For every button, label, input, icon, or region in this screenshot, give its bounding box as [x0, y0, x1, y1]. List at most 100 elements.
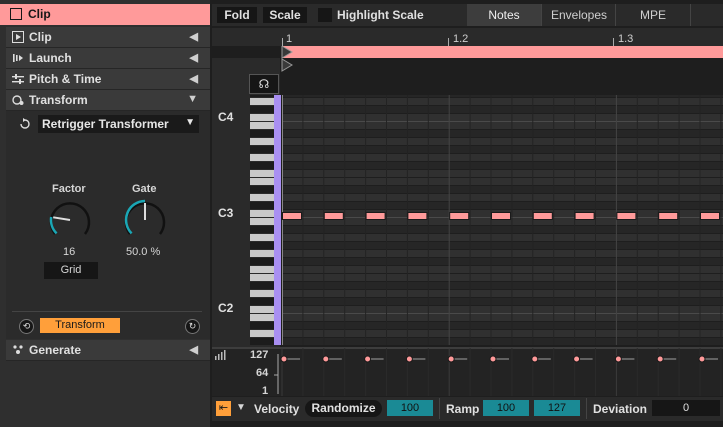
tab-envelopes[interactable]: Envelopes	[541, 4, 616, 26]
note	[532, 212, 553, 220]
note	[491, 212, 511, 220]
sliders-icon	[12, 74, 24, 84]
gate-knob[interactable]	[121, 198, 169, 242]
deviation-field[interactable]: 0	[652, 400, 720, 416]
play-box-icon	[12, 31, 24, 43]
scale-key-marker	[274, 122, 281, 130]
black-key	[250, 202, 274, 209]
fold-button[interactable]: Fold	[217, 7, 257, 23]
black-key	[250, 298, 274, 305]
loop-brace[interactable]	[282, 46, 723, 58]
black-key	[250, 258, 274, 265]
white-key	[250, 122, 274, 129]
grid-row	[282, 146, 723, 154]
scale-key-marker	[274, 274, 281, 282]
randomize-amount-field[interactable]: 100	[387, 400, 433, 416]
scale-button[interactable]: Scale	[263, 7, 307, 23]
section-generate[interactable]: Generate ◀	[6, 340, 210, 361]
section-transform[interactable]: Transform ▼	[6, 90, 210, 111]
clip-color-square[interactable]	[10, 8, 22, 20]
expand-arrow-icon[interactable]: ▼	[187, 93, 198, 105]
section-launch[interactable]: Launch ◀	[6, 48, 210, 69]
velocity-point	[322, 355, 330, 363]
collapse-arrow-icon[interactable]: ◀	[190, 51, 198, 64]
scale-key-marker	[274, 146, 281, 154]
velocity-bars-icon	[215, 350, 226, 360]
retrigger-icon[interactable]	[18, 117, 32, 131]
white-key	[250, 98, 274, 105]
scale-key-marker	[274, 330, 281, 338]
velocity-point	[698, 355, 706, 363]
loop-toggle-icon[interactable]: ⟲	[19, 319, 34, 334]
tab-notes[interactable]: Notes	[467, 4, 541, 26]
grid-row	[282, 170, 723, 178]
transform-button[interactable]: Transform	[40, 318, 120, 333]
scale-key-marker	[274, 154, 281, 162]
ramp-start-field[interactable]: 100	[483, 400, 529, 416]
ruler-tick	[613, 38, 614, 46]
headphones-preview-icon[interactable]: ☊	[249, 74, 279, 94]
scale-key-marker	[274, 114, 281, 122]
tab-mpe[interactable]: MPE	[615, 4, 691, 26]
scale-key-marker	[274, 194, 281, 202]
scale-key-marker	[274, 314, 281, 322]
grid-row	[282, 122, 723, 130]
grid-row	[282, 298, 723, 306]
black-key	[250, 95, 274, 97]
collapse-arrow-icon[interactable]: ◀	[190, 343, 198, 356]
scale-key-marker	[274, 250, 281, 258]
ramp-end-field[interactable]: 127	[534, 400, 580, 416]
note	[407, 212, 428, 220]
section-label: Transform	[29, 93, 88, 107]
grid-row	[282, 330, 723, 338]
note-grid[interactable]	[282, 95, 723, 345]
velocity-point	[364, 355, 372, 363]
section-label: Pitch & Time	[29, 72, 102, 86]
section-label: Launch	[29, 51, 72, 65]
black-key	[250, 146, 274, 153]
grid-row	[282, 98, 723, 106]
black-key	[250, 282, 274, 289]
grid-row	[282, 306, 723, 314]
ruler-tick	[282, 38, 283, 46]
randomize-button[interactable]: Randomize	[305, 400, 382, 417]
dropdown-arrow-icon[interactable]: ▼	[236, 402, 246, 413]
grid-row	[282, 106, 723, 114]
highlight-scale-checkbox[interactable]	[318, 8, 332, 22]
loop-markers[interactable]	[281, 46, 293, 72]
black-key	[250, 226, 274, 233]
collapse-panel-icon[interactable]: ⇤	[216, 401, 231, 416]
loop-end-marker-icon	[281, 58, 293, 72]
scale-key-marker	[274, 242, 281, 250]
loop-start-marker-icon	[281, 46, 293, 59]
scale-key-marker	[274, 266, 281, 274]
collapse-arrow-icon[interactable]: ◀	[190, 30, 198, 43]
factor-value: 16	[63, 246, 76, 258]
note	[323, 212, 344, 220]
black-key	[250, 162, 274, 169]
scale-key-marker	[274, 290, 281, 298]
transform-panel	[6, 111, 210, 339]
clip-title-bar[interactable]: Clip	[0, 4, 210, 25]
black-key	[250, 322, 274, 329]
grid-button[interactable]: Grid	[44, 262, 98, 279]
black-key	[250, 338, 274, 345]
velocity-markers[interactable]	[272, 348, 723, 396]
section-pitch-time[interactable]: Pitch & Time ◀	[6, 69, 210, 90]
octave-label-c2: C2	[218, 301, 234, 315]
note	[449, 212, 470, 220]
note	[658, 212, 679, 220]
collapse-arrow-icon[interactable]: ◀	[190, 72, 198, 85]
velocity-scale-min: 1	[262, 385, 269, 397]
scale-key-marker	[274, 186, 281, 194]
piano-keyboard[interactable]	[250, 95, 281, 345]
factor-knob[interactable]	[46, 198, 94, 242]
transformer-select[interactable]: Retrigger Transformer ▼	[38, 115, 199, 133]
black-key	[250, 242, 274, 249]
scale-key-marker	[274, 306, 281, 314]
white-key	[250, 306, 274, 313]
gate-label: Gate	[132, 183, 157, 195]
reset-icon[interactable]: ↻	[185, 319, 200, 334]
scale-key-marker	[274, 210, 281, 218]
section-clip[interactable]: Clip ◀	[6, 27, 210, 48]
